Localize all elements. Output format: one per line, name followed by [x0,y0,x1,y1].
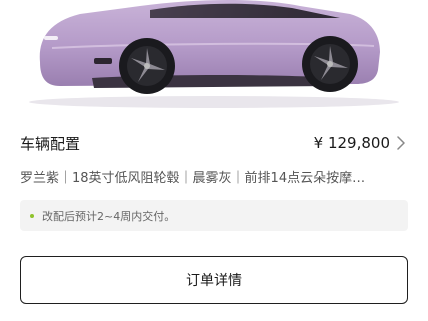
vehicle-price: ¥ 129,800 [313,134,390,152]
car-illustration [29,0,399,108]
rear-wheel [302,36,358,92]
vehicle-config-title: 车辆配置 [20,134,81,153]
delivery-notice: 改配后预计2~4周内交付。 [20,200,408,231]
vehicle-config-row[interactable]: 车辆配置 ¥ 129,800 [20,130,406,156]
front-wheel [119,38,175,94]
vehicle-config-price-group: ¥ 129,800 [314,134,406,152]
notice-dot-icon [30,213,34,218]
car-image [0,0,428,112]
vehicle-config-summary: 罗兰紫｜18英寸低风阻轮毂｜晨雾灰｜前排14点云朵按摩… [20,171,366,186]
delivery-notice-text: 改配后预计2~4周内交付。 [42,209,176,223]
order-details-button[interactable]: 订单详情 [20,256,408,304]
chevron-right-icon [397,136,405,150]
order-details-label: 订单详情 [186,273,242,289]
